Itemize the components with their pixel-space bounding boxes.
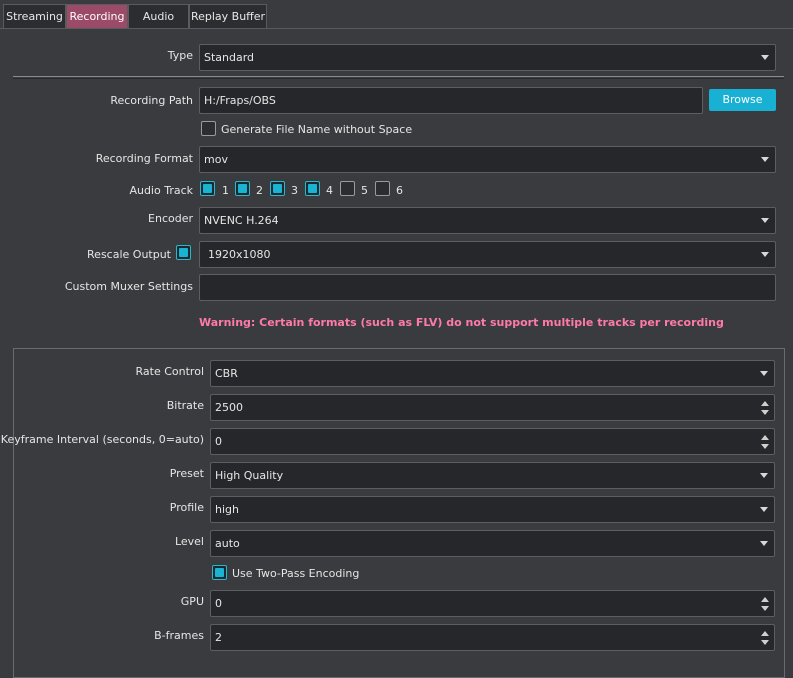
keyframe-interval-spinbox[interactable]: 0 <box>210 428 775 455</box>
rescale-resolution-select[interactable]: 1920x1080 <box>199 241 776 268</box>
profile-select[interactable]: high <box>210 496 775 523</box>
preset-label: Preset <box>169 467 204 480</box>
rescale-resolution-value: 1920x1080 <box>208 248 271 261</box>
audio-track-3-checkbox[interactable] <box>270 181 285 196</box>
custom-muxer-label: Custom Muxer Settings <box>64 280 193 293</box>
recording-path-label: Recording Path <box>110 94 193 107</box>
profile-value: high <box>215 503 239 516</box>
audio-track-2-label: 2 <box>256 184 263 197</box>
chevron-down-icon <box>761 218 769 223</box>
audio-track-5-label: 5 <box>361 184 368 197</box>
audio-track-3-label: 3 <box>291 184 298 197</box>
recording-format-select[interactable]: mov <box>199 146 776 173</box>
preset-select[interactable]: High Quality <box>210 462 775 489</box>
spin-up-icon[interactable] <box>761 401 769 406</box>
audio-track-5-checkbox[interactable] <box>340 181 355 196</box>
chevron-down-icon <box>760 371 768 376</box>
rescale-output-checkbox[interactable] <box>176 245 191 260</box>
bitrate-spinbox[interactable]: 2500 <box>210 394 775 421</box>
level-value: auto <box>215 537 240 550</box>
audio-track-6-checkbox[interactable] <box>375 181 390 196</box>
level-label: Level <box>174 535 204 548</box>
audio-track-6-label: 6 <box>396 184 403 197</box>
audio-track-4-label: 4 <box>326 184 333 197</box>
chevron-down-icon <box>760 507 768 512</box>
rate-control-label: Rate Control <box>135 365 204 378</box>
audio-track-2-checkbox[interactable] <box>235 181 250 196</box>
rate-control-select[interactable]: CBR <box>210 360 775 387</box>
tab-recording[interactable]: Recording <box>66 4 128 28</box>
chevron-down-icon <box>761 55 769 60</box>
spin-down-icon[interactable] <box>761 640 769 645</box>
no-space-label: Generate File Name without Space <box>221 123 413 136</box>
spin-up-icon[interactable] <box>761 435 769 440</box>
recording-path-input[interactable]: H:/Fraps/OBS <box>199 87 703 114</box>
recording-format-value: mov <box>204 153 228 166</box>
spin-down-icon[interactable] <box>761 444 769 449</box>
gpu-value: 0 <box>215 597 222 610</box>
tab-streaming[interactable]: Streaming <box>3 4 66 28</box>
rescale-output-label: Rescale Output <box>87 248 171 261</box>
keyframe-interval-value: 0 <box>215 435 222 448</box>
tab-audio[interactable]: Audio <box>128 4 189 28</box>
two-pass-checkbox[interactable] <box>212 565 227 580</box>
encoder-label: Encoder <box>148 212 193 225</box>
spin-up-icon[interactable] <box>761 597 769 602</box>
tab-replay-buffer[interactable]: Replay Buffer <box>189 4 267 28</box>
bitrate-value: 2500 <box>215 401 243 414</box>
bframes-spinbox[interactable]: 2 <box>210 624 775 651</box>
recording-format-label: Recording Format <box>95 152 193 165</box>
keyframe-interval-label: Keyframe Interval (seconds, 0=auto) <box>0 433 204 446</box>
profile-label: Profile <box>169 501 204 514</box>
encoder-select[interactable]: NVENC H.264 <box>199 207 776 234</box>
bframes-label: B-frames <box>154 629 204 642</box>
audio-track-1-checkbox[interactable] <box>200 181 215 196</box>
bframes-value: 2 <box>215 631 222 644</box>
multitrack-warning: Warning: Certain formats (such as FLV) d… <box>199 316 724 329</box>
tab-divider <box>0 28 793 29</box>
encoder-value: NVENC H.264 <box>204 214 279 227</box>
section-divider-shadow <box>13 78 784 79</box>
chevron-down-icon <box>760 473 768 478</box>
spin-down-icon[interactable] <box>761 410 769 415</box>
audio-track-label: Audio Track <box>129 184 193 197</box>
browse-button[interactable]: Browse <box>709 89 776 111</box>
spin-down-icon[interactable] <box>761 606 769 611</box>
level-select[interactable]: auto <box>210 530 775 557</box>
type-label: Type <box>167 49 193 62</box>
gpu-spinbox[interactable]: 0 <box>210 590 775 617</box>
spin-up-icon[interactable] <box>761 631 769 636</box>
audio-track-4-checkbox[interactable] <box>305 181 320 196</box>
custom-muxer-input[interactable] <box>199 274 776 301</box>
section-divider <box>13 76 784 77</box>
gpu-label: GPU <box>180 595 204 608</box>
recording-path-value: H:/Fraps/OBS <box>204 94 276 107</box>
preset-value: High Quality <box>215 469 284 482</box>
audio-track-1-label: 1 <box>222 184 229 197</box>
type-select[interactable]: Standard <box>199 44 776 71</box>
no-space-checkbox[interactable] <box>201 121 216 136</box>
chevron-down-icon <box>761 252 769 257</box>
settings-tabs: Streaming Recording Audio Replay Buffer <box>0 0 793 29</box>
rate-control-value: CBR <box>215 367 238 380</box>
two-pass-label: Use Two-Pass Encoding <box>232 567 360 580</box>
chevron-down-icon <box>761 157 769 162</box>
type-value: Standard <box>204 51 255 64</box>
bitrate-label: Bitrate <box>166 399 204 412</box>
chevron-down-icon <box>760 541 768 546</box>
